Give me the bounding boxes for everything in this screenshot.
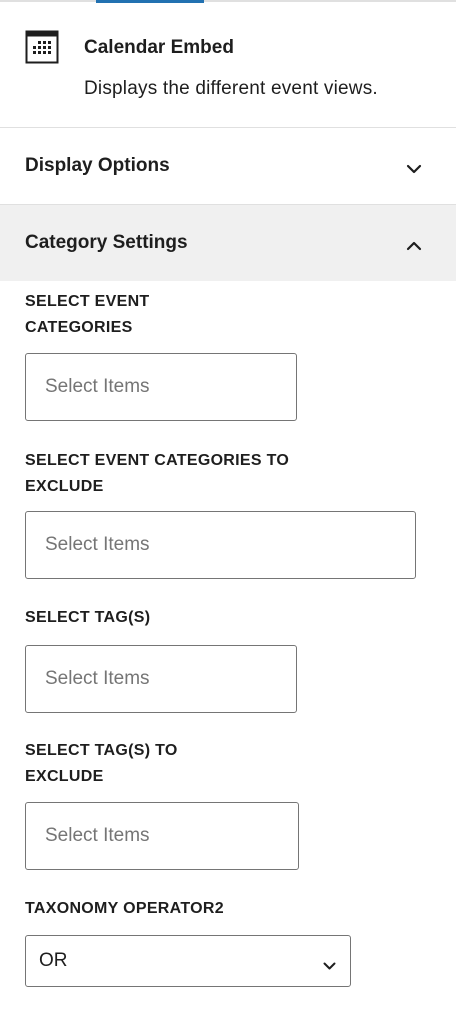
tags-select[interactable]: Select Items — [25, 645, 297, 713]
label-line: SELECT TAG(S) — [25, 609, 151, 626]
select-placeholder: Select Items — [45, 668, 150, 689]
top-border — [0, 0, 456, 2]
panel-category-settings[interactable]: Category Settings — [0, 205, 456, 281]
label-line: EXCLUDE — [25, 478, 104, 495]
label-line: EXCLUDE — [25, 768, 104, 785]
label-line: SELECT EVENT — [25, 293, 150, 310]
tags-label: SELECT TAG(S) — [25, 605, 150, 631]
panel-title: Category Settings — [25, 232, 188, 253]
chevron-down-icon — [406, 161, 422, 174]
block-card: Calendar Embed Displays the different ev… — [0, 3, 456, 127]
block-description: Displays the different event views. — [84, 78, 378, 99]
label-line: SELECT TAG(S) TO — [25, 742, 178, 759]
label-line: CATEGORIES — [25, 319, 133, 336]
taxonomy-operator-label: TAXONOMY OPERATOR2 — [25, 900, 224, 917]
panel-display-options[interactable]: Display Options — [0, 128, 456, 204]
exclude-tags-label: SELECT TAG(S) TO EXCLUDE — [25, 738, 178, 790]
select-placeholder: Select Items — [45, 376, 150, 397]
calendar-icon — [25, 30, 59, 64]
panel-title: Display Options — [25, 155, 170, 176]
label-line: SELECT EVENT CATEGORIES TO — [25, 452, 290, 469]
select-placeholder: Select Items — [45, 825, 150, 846]
exclude-categories-label: SELECT EVENT CATEGORIES TO EXCLUDE — [25, 448, 289, 500]
exclude-categories-select[interactable]: Select Items — [25, 511, 416, 579]
exclude-tags-select[interactable]: Select Items — [25, 802, 299, 870]
block-title: Calendar Embed — [84, 37, 234, 58]
event-categories-label: SELECT EVENT CATEGORIES — [25, 289, 150, 341]
chevron-up-icon — [406, 238, 422, 251]
select-placeholder: Select Items — [45, 534, 150, 555]
selected-value: OR — [39, 950, 68, 971]
block-settings-sidebar: Calendar Embed Displays the different ev… — [0, 0, 456, 1024]
taxonomy-operator-select[interactable]: OR — [25, 935, 351, 987]
event-categories-select[interactable]: Select Items — [25, 353, 297, 421]
chevron-down-icon — [323, 957, 336, 970]
